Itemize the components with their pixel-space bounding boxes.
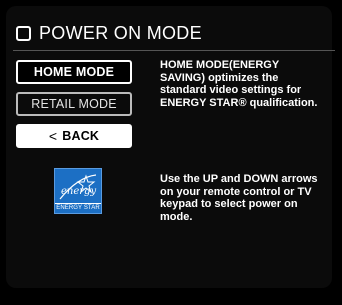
home-mode-button[interactable]: HOME MODE — [16, 60, 132, 84]
checkbox-icon — [16, 26, 31, 41]
page-title: POWER ON MODE — [39, 23, 202, 43]
title-row: POWER ON MODE — [16, 23, 202, 44]
navigation-help: Use the UP and DOWN arrows on your remot… — [160, 173, 318, 223]
retail-mode-button[interactable]: RETAIL MODE — [16, 92, 132, 116]
home-mode-label: HOME MODE — [33, 65, 115, 79]
retail-mode-label: RETAIL MODE — [31, 97, 117, 111]
back-button[interactable]: < BACK — [16, 124, 132, 148]
back-label: BACK — [62, 129, 100, 143]
back-arrow-icon: < — [48, 128, 58, 144]
energy-star-logo: energy ENERGY STAR — [54, 168, 102, 214]
mode-description: HOME MODE(ENERGY SAVING) optimizes the s… — [160, 59, 318, 109]
energy-script: energy — [61, 186, 96, 197]
title-divider — [13, 50, 335, 51]
energy-star-label: ENERGY STAR — [55, 203, 101, 211]
energy-star-icon: energy — [59, 174, 96, 200]
